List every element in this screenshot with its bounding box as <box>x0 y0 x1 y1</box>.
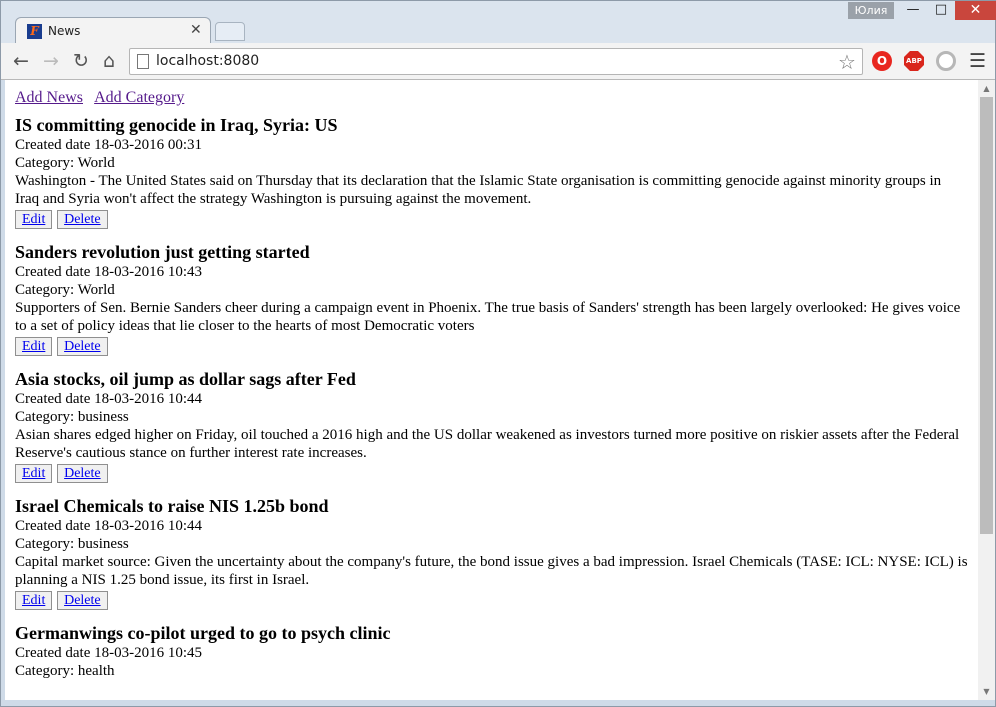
article-created-date: Created date 18-03-2016 10:44 <box>15 391 203 407</box>
forward-arrow-icon[interactable]: → <box>40 50 62 72</box>
edit-button[interactable]: Edit <box>15 210 53 229</box>
tab-title: News <box>48 24 81 38</box>
tab-close-icon[interactable]: ✕ <box>190 22 202 38</box>
bookmark-star-icon[interactable]: ☆ <box>838 50 856 74</box>
article-category: Category: business <box>15 409 129 425</box>
page-icon <box>137 54 149 69</box>
article-description: Capital market source: Given the uncerta… <box>15 554 968 588</box>
maximize-icon[interactable]: □ <box>927 1 955 20</box>
news-article: Israel Chemicals to raise NIS 1.25b bond… <box>15 496 968 610</box>
ghostery-icon[interactable] <box>936 51 956 71</box>
article-description: Asian shares edged higher on Friday, oil… <box>15 427 960 461</box>
edit-button[interactable]: Edit <box>15 591 53 610</box>
address-bar[interactable]: localhost:8080 ☆ <box>129 48 863 75</box>
add-news-link[interactable]: Add News <box>15 89 83 106</box>
news-article: IS committing genocide in Iraq, Syria: U… <box>15 115 968 229</box>
add-category-link[interactable]: Add Category <box>94 89 184 106</box>
article-category: Category: health <box>15 663 115 679</box>
delete-button[interactable]: Delete <box>57 337 108 356</box>
article-title: IS committing genocide in Iraq, Syria: U… <box>15 115 338 135</box>
edit-button[interactable]: Edit <box>15 337 53 356</box>
reload-icon[interactable]: ↻ <box>70 50 92 72</box>
minimize-icon[interactable]: — <box>899 1 927 20</box>
article-category: Category: World <box>15 282 115 298</box>
article-category: Category: business <box>15 536 129 552</box>
article-title: Germanwings co-pilot urged to go to psyc… <box>15 623 391 643</box>
tab-favicon-icon: F <box>27 24 42 39</box>
news-article: Asia stocks, oil jump as dollar sags aft… <box>15 369 968 483</box>
page-viewport: Add News Add Category IS committing geno… <box>5 80 978 700</box>
article-actions: Edit Delete <box>15 210 968 229</box>
browser-tab[interactable]: F News ✕ <box>15 17 211 44</box>
adblock-icon[interactable]: ABP <box>904 51 924 71</box>
delete-button[interactable]: Delete <box>57 210 108 229</box>
home-icon[interactable]: ⌂ <box>98 50 120 72</box>
article-actions: Edit Delete <box>15 337 968 356</box>
article-title: Israel Chemicals to raise NIS 1.25b bond <box>15 496 329 516</box>
news-article: Germanwings co-pilot urged to go to psyc… <box>15 623 968 680</box>
article-description: Supporters of Sen. Bernie Sanders cheer … <box>15 300 961 334</box>
article-title: Sanders revolution just getting started <box>15 242 310 262</box>
browser-window: Юлия — □ ✕ F News ✕ ← → ↻ ⌂ localhost:80… <box>0 0 996 707</box>
url-text[interactable]: localhost:8080 <box>156 53 259 69</box>
new-tab-button[interactable] <box>215 22 245 41</box>
opera-icon[interactable]: O <box>872 51 892 71</box>
article-created-date: Created date 18-03-2016 10:44 <box>15 518 203 534</box>
delete-button[interactable]: Delete <box>57 464 108 483</box>
menu-icon[interactable]: ☰ <box>969 51 986 71</box>
article-created-date: Created date 18-03-2016 10:43 <box>15 264 203 280</box>
scroll-down-arrow-icon[interactable]: ▼ <box>978 683 995 700</box>
article-actions: Edit Delete <box>15 591 968 610</box>
edit-button[interactable]: Edit <box>15 464 53 483</box>
profile-badge[interactable]: Юлия <box>848 2 894 19</box>
news-article: Sanders revolution just getting started … <box>15 242 968 356</box>
article-created-date: Created date 18-03-2016 10:45 <box>15 645 203 661</box>
article-category: Category: World <box>15 155 115 171</box>
back-arrow-icon[interactable]: ← <box>10 50 32 72</box>
news-page: Add News Add Category IS committing geno… <box>5 80 978 680</box>
top-links: Add News Add Category <box>15 89 968 107</box>
close-window-icon[interactable]: ✕ <box>955 1 996 20</box>
article-description: Washington - The United States said on T… <box>15 173 942 207</box>
delete-button[interactable]: Delete <box>57 591 108 610</box>
browser-toolbar: ← → ↻ ⌂ localhost:8080 ☆ <box>1 43 995 80</box>
scroll-up-arrow-icon[interactable]: ▲ <box>978 80 995 97</box>
article-title: Asia stocks, oil jump as dollar sags aft… <box>15 369 356 389</box>
article-actions: Edit Delete <box>15 464 968 483</box>
scroll-thumb[interactable] <box>980 97 993 534</box>
title-bar: Юлия — □ ✕ F News ✕ <box>1 1 996 44</box>
article-created-date: Created date 18-03-2016 00:31 <box>15 137 203 153</box>
vertical-scrollbar[interactable]: ▲ ▼ <box>978 80 995 700</box>
